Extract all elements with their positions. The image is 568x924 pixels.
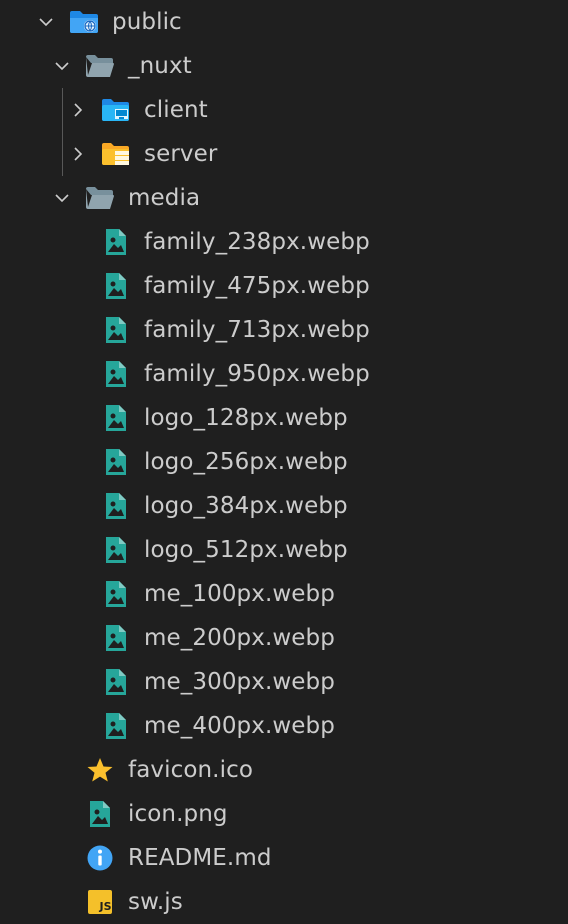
tree-item-label: logo_128px.webp <box>144 405 348 431</box>
tree-item-file[interactable]: me_200px.webp <box>0 616 568 660</box>
info-icon <box>84 842 116 874</box>
image-file-icon <box>100 446 132 478</box>
tree-item-client[interactable]: client <box>0 88 568 132</box>
tree-item-file[interactable]: logo_256px.webp <box>0 440 568 484</box>
chevron-down-icon[interactable] <box>50 176 74 220</box>
tree-item-label: _nuxt <box>128 53 192 79</box>
tree-item-label: logo_384px.webp <box>144 493 348 519</box>
tree-item-file[interactable]: me_300px.webp <box>0 660 568 704</box>
tree-item-file[interactable]: logo_128px.webp <box>0 396 568 440</box>
tree-item-label: favicon.ico <box>128 757 254 783</box>
tree-item-media[interactable]: media <box>0 176 568 220</box>
chevron-down-icon[interactable] <box>50 44 74 88</box>
tree-item-label: family_475px.webp <box>144 273 370 299</box>
star-icon <box>84 754 116 786</box>
tree-item-label: me_200px.webp <box>144 625 335 651</box>
chevron-down-icon[interactable] <box>34 0 58 44</box>
tree-item-file[interactable]: JS sw.js <box>0 880 568 924</box>
image-file-icon <box>100 710 132 742</box>
tree-item-label: media <box>128 185 201 211</box>
tree-item-file[interactable]: family_713px.webp <box>0 308 568 352</box>
tree-item-label: me_100px.webp <box>144 581 335 607</box>
javascript-icon: JS <box>84 886 116 918</box>
image-file-icon <box>100 226 132 258</box>
tree-item-file[interactable]: family_475px.webp <box>0 264 568 308</box>
tree-item-label: family_950px.webp <box>144 361 370 387</box>
tree-item-label: me_300px.webp <box>144 669 335 695</box>
tree-item-label: me_400px.webp <box>144 713 335 739</box>
image-file-icon <box>100 534 132 566</box>
image-file-icon <box>100 622 132 654</box>
tree-item-label: client <box>144 97 208 123</box>
image-file-icon <box>100 578 132 610</box>
tree-item-file[interactable]: family_238px.webp <box>0 220 568 264</box>
chevron-right-icon[interactable] <box>66 132 90 176</box>
tree-item-file[interactable]: me_100px.webp <box>0 572 568 616</box>
tree-item-file[interactable]: README.md <box>0 836 568 880</box>
tree-item-file[interactable]: family_950px.webp <box>0 352 568 396</box>
svg-text:JS: JS <box>99 900 112 913</box>
tree-item-label: family_713px.webp <box>144 317 370 343</box>
folder-open-icon <box>84 182 116 214</box>
tree-item-label: server <box>144 141 218 167</box>
chevron-right-icon[interactable] <box>66 88 90 132</box>
image-file-icon <box>100 358 132 390</box>
public-folder-icon <box>68 6 100 38</box>
client-folder-icon <box>100 94 132 126</box>
tree-item-file[interactable]: logo_512px.webp <box>0 528 568 572</box>
folder-open-icon <box>84 50 116 82</box>
tree-item-file[interactable]: me_400px.webp <box>0 704 568 748</box>
tree-item-file[interactable]: favicon.ico <box>0 748 568 792</box>
image-file-icon <box>100 666 132 698</box>
image-file-icon <box>84 798 116 830</box>
tree-item-label: logo_256px.webp <box>144 449 348 475</box>
tree-item-label: family_238px.webp <box>144 229 370 255</box>
tree-item-label: public <box>112 9 182 35</box>
tree-item-public[interactable]: public <box>0 0 568 44</box>
file-explorer-tree: public _nuxt client server media family_… <box>0 0 568 920</box>
image-file-icon <box>100 314 132 346</box>
tree-item-nuxt[interactable]: _nuxt <box>0 44 568 88</box>
tree-item-label: icon.png <box>128 801 228 827</box>
tree-item-file[interactable]: logo_384px.webp <box>0 484 568 528</box>
server-folder-icon <box>100 138 132 170</box>
image-file-icon <box>100 402 132 434</box>
tree-item-label: logo_512px.webp <box>144 537 348 563</box>
image-file-icon <box>100 270 132 302</box>
tree-item-label: README.md <box>128 845 272 871</box>
tree-item-file[interactable]: icon.png <box>0 792 568 836</box>
tree-item-server[interactable]: server <box>0 132 568 176</box>
image-file-icon <box>100 490 132 522</box>
tree-item-label: sw.js <box>128 889 183 915</box>
